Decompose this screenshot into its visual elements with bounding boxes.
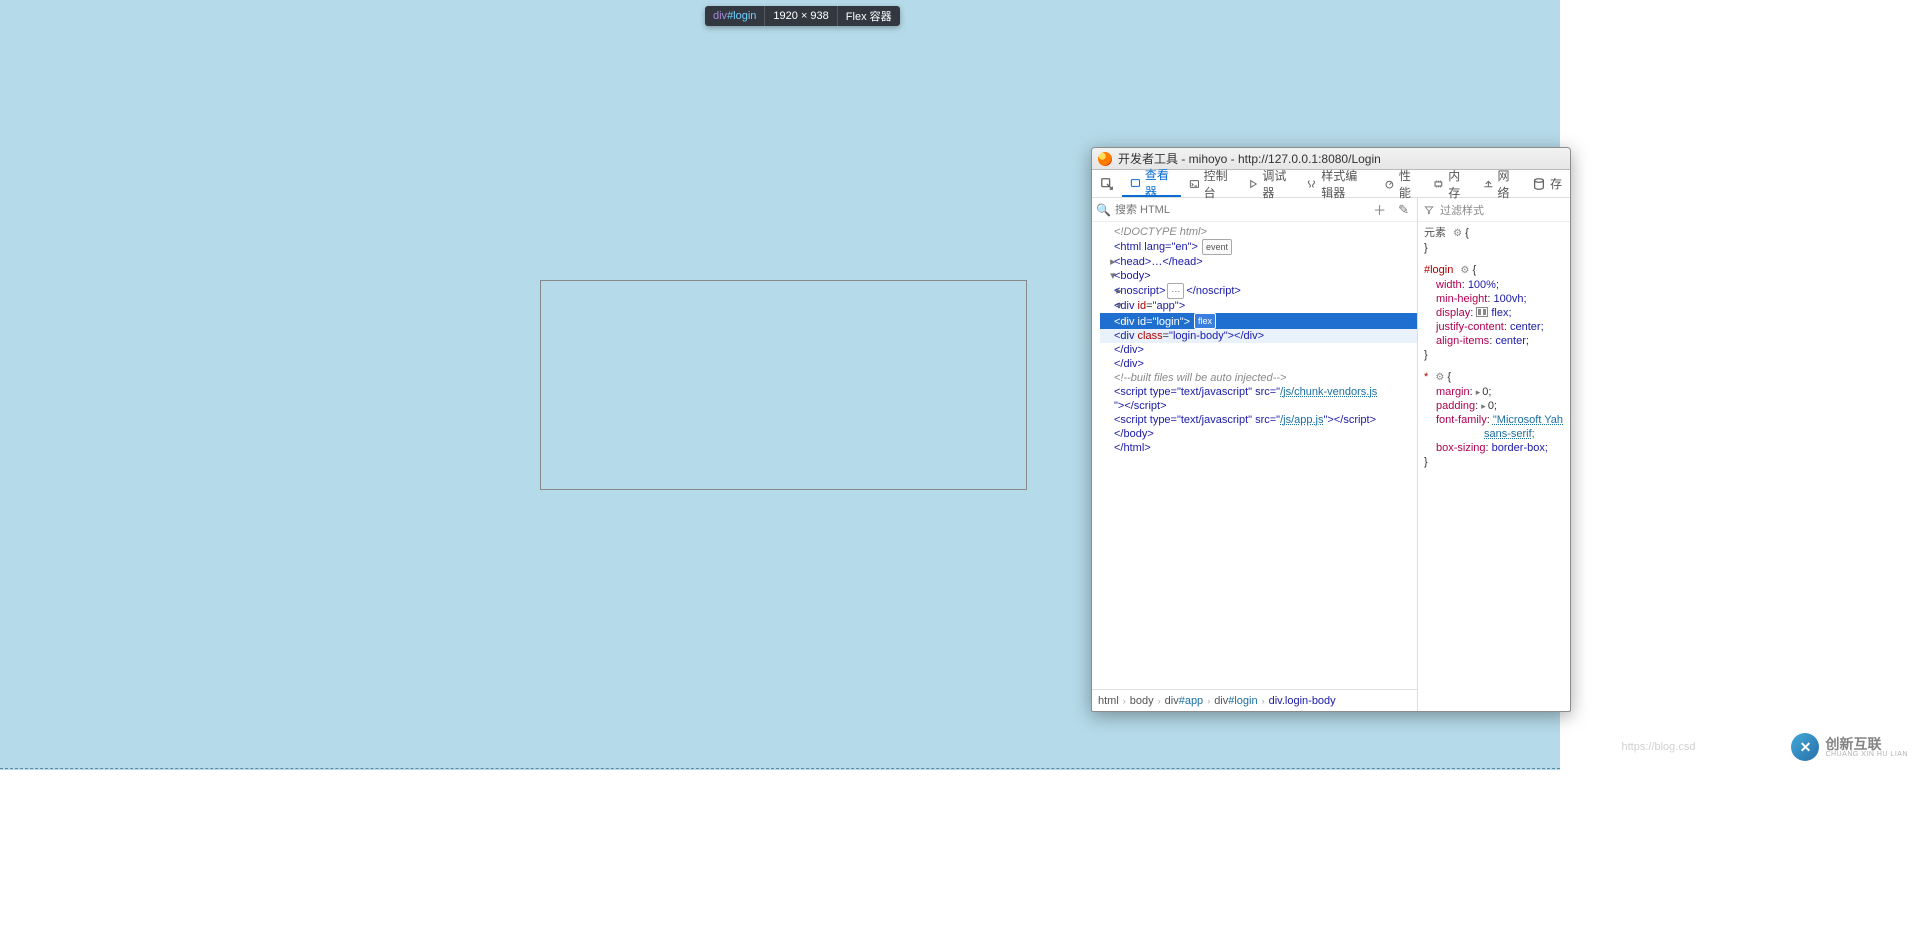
highlight-dimensions: 1920 × 938 xyxy=(765,6,837,26)
pick-element-button[interactable] xyxy=(1092,170,1122,197)
dom-breadcrumbs[interactable]: html› body› div#app› div#login› div.logi… xyxy=(1092,689,1417,711)
edit-html-button[interactable]: ✎ xyxy=(1394,202,1413,218)
search-icon: 🔍 xyxy=(1096,203,1111,217)
highlight-id: #login xyxy=(727,10,756,22)
tab-inspector[interactable]: 查看器 xyxy=(1122,170,1181,197)
tab-performance[interactable]: 性能 xyxy=(1376,170,1425,197)
watermark: https://blog.csd ✕ 创新互联 CHUANG XIN HU LI… xyxy=(1621,733,1908,761)
flex-badge-icon[interactable] xyxy=(1476,307,1488,317)
tab-style-editor[interactable]: 样式编辑器 xyxy=(1298,170,1376,197)
watermark-url: https://blog.csd xyxy=(1621,741,1695,753)
devtools-window: 开发者工具 - mihoyo - http://127.0.0.1:8080/L… xyxy=(1091,147,1571,712)
dom-search-input[interactable] xyxy=(1115,204,1365,216)
devtools-tabstrip: 查看器 控制台 调试器 样式编辑器 性能 内存 网络 存 xyxy=(1092,170,1570,198)
highlight-tag: div xyxy=(713,10,727,22)
tab-memory[interactable]: 内存 xyxy=(1425,170,1474,197)
styles-filter-label[interactable]: 过滤样式 xyxy=(1440,202,1564,218)
styles-panel-header: 过滤样式 xyxy=(1418,198,1570,222)
tab-network[interactable]: 网络 xyxy=(1475,170,1524,197)
element-highlight-tooltip: div#login 1920 × 938 Flex 容器 xyxy=(705,6,900,26)
dom-tree[interactable]: <!DOCTYPE html> <html lang="en">event ▸ … xyxy=(1092,222,1417,689)
filter-icon xyxy=(1424,205,1434,215)
add-node-button[interactable]: ＋ xyxy=(1369,200,1390,219)
selection-boundary xyxy=(0,768,1560,770)
gear-icon[interactable]: ⚙ xyxy=(1435,372,1444,383)
dom-search-bar: 🔍 ＋ ✎ xyxy=(1092,198,1417,222)
styles-rules[interactable]: 元素 ⚙ { } #login ⚙ { width: 100%; min-hei… xyxy=(1418,222,1570,711)
highlight-layout: Flex 容器 xyxy=(838,6,900,26)
tab-console[interactable]: 控制台 xyxy=(1181,170,1240,197)
tab-storage[interactable]: 存 xyxy=(1524,170,1570,197)
dom-node-login-selected: ▾ <div id="login">flex xyxy=(1100,313,1417,329)
devtools-title: 开发者工具 - mihoyo - http://127.0.0.1:8080/L… xyxy=(1118,150,1381,167)
firefox-icon xyxy=(1098,152,1112,166)
gear-icon[interactable]: ⚙ xyxy=(1453,228,1462,239)
gear-icon[interactable]: ⚙ xyxy=(1460,265,1469,276)
login-body-box xyxy=(540,280,1027,490)
watermark-logo-icon: ✕ xyxy=(1791,733,1819,761)
tab-debugger[interactable]: 调试器 xyxy=(1240,170,1299,197)
